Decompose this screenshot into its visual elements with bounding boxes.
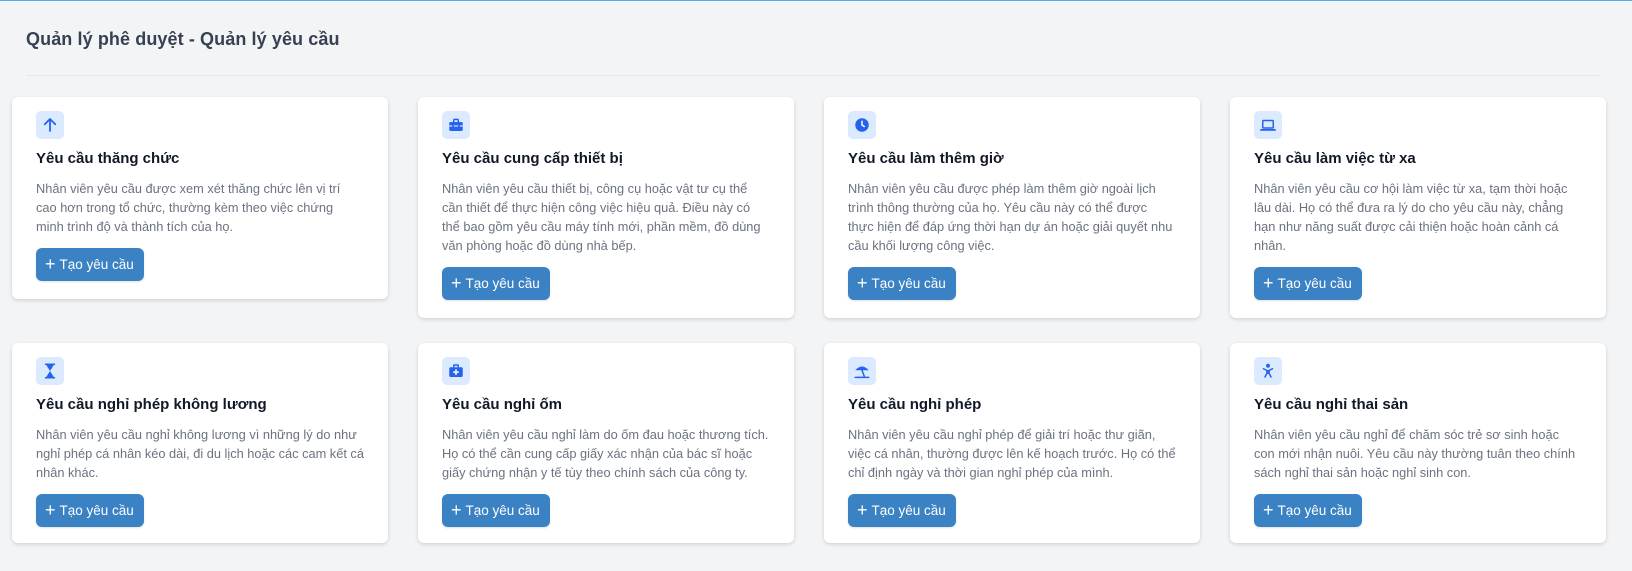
create-request-button[interactable]: + Tạo yêu cầu bbox=[36, 494, 144, 527]
plus-icon: + bbox=[45, 254, 56, 274]
hourglass-icon bbox=[36, 357, 64, 385]
plus-icon: + bbox=[857, 500, 868, 520]
create-request-button[interactable]: + Tạo yêu cầu bbox=[442, 494, 550, 527]
request-card-remote-work: Yêu cầu làm việc từ xa Nhân viên yêu cầu… bbox=[1230, 97, 1606, 318]
plus-icon: + bbox=[857, 273, 868, 293]
card-title: Yêu cầu làm thêm giờ bbox=[848, 150, 1004, 167]
toolbox-icon bbox=[442, 111, 470, 139]
button-label: Tạo yêu cầu bbox=[59, 503, 134, 518]
card-description: Nhân viên yêu cầu được phép làm thêm giờ… bbox=[848, 181, 1173, 253]
card-title: Yêu cầu cung cấp thiết bị bbox=[442, 150, 623, 167]
card-title: Yêu cầu nghỉ thai sản bbox=[1254, 396, 1409, 413]
request-card-maternity-leave: Yêu cầu nghỉ thai sản Nhân viên yêu cầu … bbox=[1230, 343, 1606, 543]
request-card-sick-leave: Yêu cầu nghỉ ốm Nhân viên yêu cầu nghỉ l… bbox=[418, 343, 794, 543]
plus-icon: + bbox=[451, 273, 462, 293]
request-card-equipment: Yêu cầu cung cấp thiết bị Nhân viên yêu … bbox=[418, 97, 794, 318]
card-title: Yêu cầu nghỉ ốm bbox=[442, 396, 563, 413]
card-title: Yêu cầu nghỉ phép bbox=[848, 396, 982, 413]
create-request-button[interactable]: + Tạo yêu cầu bbox=[36, 248, 144, 281]
button-label: Tạo yêu cầu bbox=[465, 503, 540, 518]
page: Quản lý phê duyệt - Quản lý yêu cầu Yêu … bbox=[0, 0, 1632, 571]
button-label: Tạo yêu cầu bbox=[1277, 276, 1352, 291]
page-title: Quản lý phê duyệt - Quản lý yêu cầu bbox=[26, 29, 340, 49]
request-card-vacation: Yêu cầu nghỉ phép Nhân viên yêu cầu nghỉ… bbox=[824, 343, 1200, 543]
button-label: Tạo yêu cầu bbox=[871, 503, 946, 518]
button-label: Tạo yêu cầu bbox=[871, 276, 946, 291]
divider bbox=[26, 75, 1601, 76]
card-description: Nhân viên yêu cầu nghỉ phép để giải trí … bbox=[848, 427, 1176, 480]
create-request-button[interactable]: + Tạo yêu cầu bbox=[442, 267, 550, 300]
create-request-button[interactable]: + Tạo yêu cầu bbox=[848, 494, 956, 527]
arrow-up-icon bbox=[36, 111, 64, 139]
request-card-promotion: Yêu cầu thăng chức Nhân viên yêu cầu đượ… bbox=[12, 97, 388, 299]
plus-icon: + bbox=[451, 500, 462, 520]
laptop-icon bbox=[1254, 111, 1282, 139]
baby-icon bbox=[1254, 357, 1282, 385]
button-label: Tạo yêu cầu bbox=[59, 257, 134, 272]
medical-kit-icon bbox=[442, 357, 470, 385]
plus-icon: + bbox=[1263, 273, 1274, 293]
create-request-button[interactable]: + Tạo yêu cầu bbox=[848, 267, 956, 300]
card-description: Nhân viên yêu cầu nghỉ để chăm sóc trẻ s… bbox=[1254, 427, 1576, 480]
card-title: Yêu cầu nghỉ phép không lương bbox=[36, 396, 267, 413]
clock-icon bbox=[848, 111, 876, 139]
button-label: Tạo yêu cầu bbox=[1277, 503, 1352, 518]
create-request-button[interactable]: + Tạo yêu cầu bbox=[1254, 494, 1362, 527]
request-cards-grid: Yêu cầu thăng chức Nhân viên yêu cầu đượ… bbox=[12, 97, 1606, 543]
card-description: Nhân viên yêu cầu nghỉ làm do ốm đau hoặ… bbox=[442, 427, 769, 480]
button-label: Tạo yêu cầu bbox=[465, 276, 540, 291]
request-card-unpaid-leave: Yêu cầu nghỉ phép không lương Nhân viên … bbox=[12, 343, 388, 543]
card-description: Nhân viên yêu cầu thiết bị, công cụ hoặc… bbox=[442, 181, 761, 253]
card-title: Yêu cầu làm việc từ xa bbox=[1254, 150, 1416, 167]
card-description: Nhân viên yêu cầu cơ hội làm việc từ xa,… bbox=[1254, 181, 1568, 253]
beach-umbrella-icon bbox=[848, 357, 876, 385]
card-title: Yêu cầu thăng chức bbox=[36, 150, 180, 167]
request-card-overtime: Yêu cầu làm thêm giờ Nhân viên yêu cầu đ… bbox=[824, 97, 1200, 318]
card-description: Nhân viên yêu cầu nghỉ không lương vì nh… bbox=[36, 427, 364, 480]
card-description: Nhân viên yêu cầu được xem xét thăng chứ… bbox=[36, 181, 341, 234]
plus-icon: + bbox=[45, 500, 56, 520]
plus-icon: + bbox=[1263, 500, 1274, 520]
create-request-button[interactable]: + Tạo yêu cầu bbox=[1254, 267, 1362, 300]
